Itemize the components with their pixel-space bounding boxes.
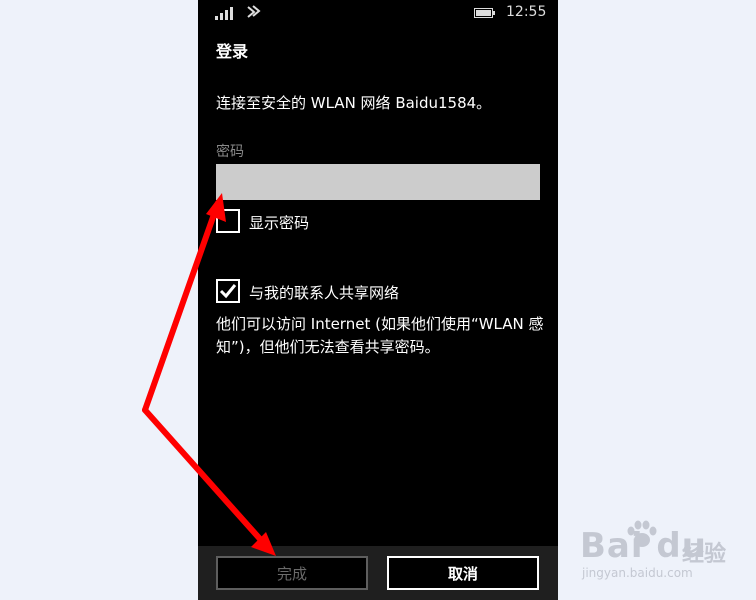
share-network-note: 他们可以访问 Internet (如果他们使用“WLAN 感知”)，但他们无法查… [216,315,544,356]
share-network-label: 与我的联系人共享网络 [249,284,400,302]
watermark: Bai du 经验 jingyan.baidu.com [578,518,748,598]
show-password-checkbox[interactable] [216,209,240,233]
status-bar: 12:55 [198,0,558,28]
show-password-label: 显示密码 [249,214,310,232]
password-label: 密码 [216,144,244,160]
done-button[interactable]: 完成 [216,556,368,590]
network-description: 连接至安全的 WLAN 网络 Baidu1584。 [216,94,492,112]
cancel-button[interactable]: 取消 [387,556,539,590]
phone-screen: 12:55 登录 连接至安全的 WLAN 网络 Baidu1584。 密码 显示… [198,0,558,600]
signal-strength-icon [215,7,233,20]
wifi-icon [247,5,261,18]
battery-icon [474,8,495,18]
watermark-suffix: 经验 [682,542,727,567]
watermark-url: jingyan.baidu.com [582,566,693,580]
status-time: 12:55 [506,4,547,20]
share-network-checkbox[interactable] [216,279,240,303]
checkmark-icon [219,284,237,299]
password-input[interactable] [216,164,540,200]
page-title: 登录 [216,42,249,61]
